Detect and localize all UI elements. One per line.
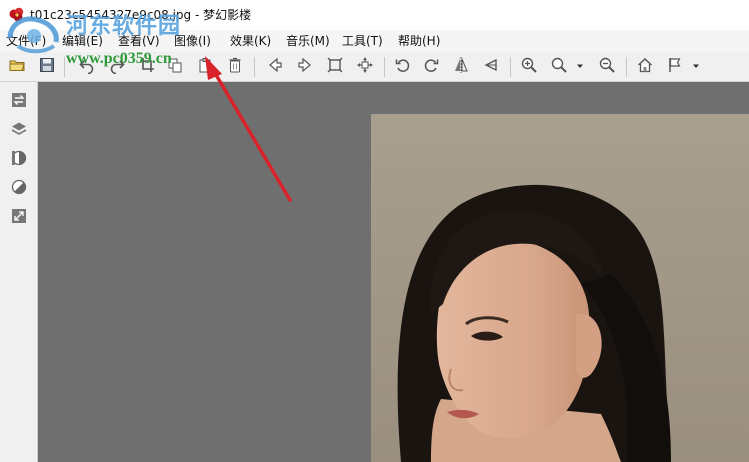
zoom-dropdown[interactable] xyxy=(576,55,584,77)
resize-button[interactable] xyxy=(9,207,29,227)
flip-vertical-icon xyxy=(482,56,500,77)
delete-icon xyxy=(226,56,244,77)
fit-window-button[interactable] xyxy=(324,55,346,77)
home-button[interactable] xyxy=(634,55,656,77)
zoom-button[interactable] xyxy=(548,55,570,77)
previous-icon xyxy=(266,56,284,77)
actual-size-button[interactable] xyxy=(354,55,376,77)
rotate-right-icon xyxy=(422,56,440,77)
delete-button[interactable] xyxy=(224,55,246,77)
toolbar-separator xyxy=(510,57,511,77)
previous-button[interactable] xyxy=(264,55,286,77)
zoom-in-icon xyxy=(520,56,538,77)
paste-icon xyxy=(196,56,214,77)
menu-music[interactable]: 音乐(M) xyxy=(286,34,330,48)
menu-effects[interactable]: 效果(K) xyxy=(230,34,271,48)
dropdown-arrow-icon xyxy=(576,59,584,73)
side-toolbar xyxy=(0,82,38,462)
fit-window-icon xyxy=(326,56,344,77)
watermark-title: 河东软件园 xyxy=(66,14,182,39)
watermark-logo-icon xyxy=(4,12,66,60)
watermark-url: www.pc0359.cn xyxy=(66,50,172,67)
portrait-photo xyxy=(371,114,749,462)
rotate-right-button[interactable] xyxy=(420,55,442,77)
contrast-button[interactable] xyxy=(9,149,29,169)
zoom-icon xyxy=(550,56,568,77)
rotate-left-button[interactable] xyxy=(392,55,414,77)
swap-icon xyxy=(10,91,28,112)
resize-icon xyxy=(10,207,28,228)
toolbar-separator xyxy=(384,57,385,77)
swap-button[interactable] xyxy=(9,91,29,111)
paste-button[interactable] xyxy=(194,55,216,77)
contrast-icon xyxy=(10,149,28,170)
next-button[interactable] xyxy=(294,55,316,77)
zoom-in-button[interactable] xyxy=(518,55,540,77)
brightness-icon xyxy=(10,178,28,199)
flip-vertical-button[interactable] xyxy=(480,55,502,77)
toolbar-separator xyxy=(626,57,627,77)
rotate-left-icon xyxy=(394,56,412,77)
flag-icon xyxy=(666,56,684,77)
layers-button[interactable] xyxy=(9,120,29,140)
menu-tools[interactable]: 工具(T) xyxy=(342,34,383,48)
brightness-button[interactable] xyxy=(9,178,29,198)
flip-horizontal-icon xyxy=(452,56,470,77)
image-canvas[interactable] xyxy=(38,82,749,462)
menu-help[interactable]: 帮助(H) xyxy=(398,34,440,48)
next-icon xyxy=(296,56,314,77)
zoom-out-button[interactable] xyxy=(596,55,618,77)
home-icon xyxy=(636,56,654,77)
zoom-out-icon xyxy=(598,56,616,77)
layers-icon xyxy=(10,120,28,141)
flag-dropdown[interactable] xyxy=(692,55,700,77)
actual-size-icon xyxy=(356,56,374,77)
toolbar-separator xyxy=(254,57,255,77)
flag-button[interactable] xyxy=(664,55,686,77)
photo-image xyxy=(371,114,749,462)
dropdown-arrow-icon xyxy=(692,59,700,73)
flip-horizontal-button[interactable] xyxy=(450,55,472,77)
